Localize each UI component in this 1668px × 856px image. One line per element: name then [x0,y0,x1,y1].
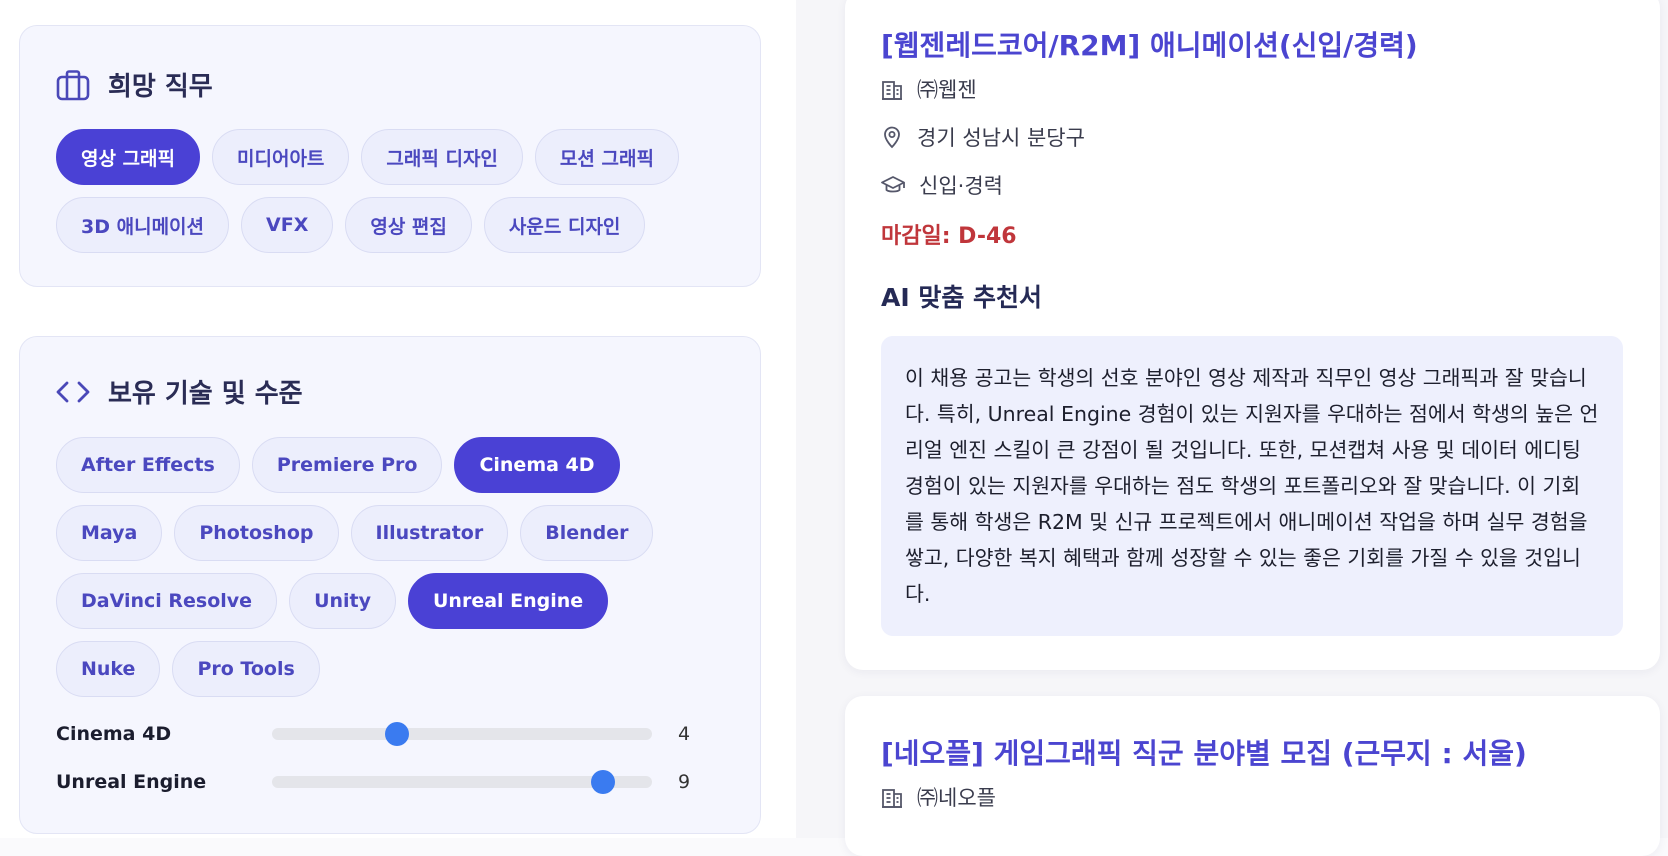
skills-header: 보유 기술 및 수준 [56,373,303,410]
skill-level-value: 4 [678,723,691,745]
skill-level-label: Cinema 4D [56,723,172,745]
code-icon [56,378,90,406]
job-card: [네오플] 게임그래픽 직군 분야별 모집 (근무지 : 서울) ㈜네오플 [845,696,1660,856]
location-row: 경기 성남시 분당구 [881,122,1085,152]
skill-chip[interactable]: Illustrator [350,505,509,561]
job-chip[interactable]: 3D 애니메이션 [56,197,230,253]
skill-chip[interactable]: Nuke [56,641,161,697]
briefcase-icon [56,69,90,101]
recommendation-text: 이 채용 공고는 학생의 선호 분야인 영상 제작과 직무인 영상 그래픽과 잘… [905,366,1599,606]
company-row: ㈜웹젠 [881,74,977,104]
skill-level-slider[interactable] [272,770,652,794]
deadline-text: 마감일: D-46 [881,224,1017,249]
skill-chip[interactable]: DaVinci Resolve [56,573,278,629]
company-name: ㈜웹젠 [917,78,977,102]
building-icon [881,77,903,101]
career-text: 신입·경력 [919,174,1003,198]
job-preference-panel: 희망 직무 영상 그래픽 미디어아트 그래픽 디자인 모션 그래픽 3D 애니메이션 VF… [19,25,761,287]
job-chip[interactable]: 그래픽 디자인 [361,129,523,185]
job-chip[interactable]: 영상 그래픽 [56,129,201,185]
recommendation-box: 이 채용 공고는 학생의 선호 분야인 영상 제작과 직무인 영상 그래픽과 잘… [881,336,1623,636]
skill-chip[interactable]: Unreal Engine [408,573,609,629]
job-chip[interactable]: 사운드 디자인 [483,197,646,253]
job-chip[interactable]: 영상 편집 [345,197,472,253]
skill-chip-list: After Effects Premiere Pro Cinema 4D Maya Ph… [56,437,716,697]
company-name: ㈜네오플 [917,786,996,810]
skill-chip[interactable]: Premiere Pro [251,437,443,493]
skill-level-value: 9 [678,771,691,793]
job-chip[interactable]: 미디어아트 [212,129,350,185]
skill-chip[interactable]: Pro Tools [172,641,320,697]
skill-chip[interactable]: Blender [520,505,654,561]
skill-level-label: Unreal Engine [56,771,207,793]
skill-chip[interactable]: Maya [56,505,163,561]
skill-chip[interactable]: After Effects [56,437,240,493]
job-chip[interactable]: VFX [241,197,334,253]
left-column: 희망 직무 영상 그래픽 미디어아트 그래픽 디자인 모션 그래픽 3D 애니메이션 VF… [0,0,796,838]
skill-chip[interactable]: Photoshop [174,505,339,561]
skill-level-slider[interactable] [272,722,652,746]
graduation-cap-icon [881,174,905,196]
slider-thumb[interactable] [590,770,615,794]
skills-panel: 보유 기술 및 수준 After Effects Premiere Pro Cine… [19,336,761,834]
skill-chip[interactable]: Unity [289,573,396,629]
slider-thumb[interactable] [385,722,410,746]
company-row: ㈜네오플 [881,782,996,812]
skill-chip[interactable]: Cinema 4D [454,437,620,493]
location-text: 경기 성남시 분당구 [917,126,1085,150]
building-icon [881,785,903,809]
skill-level-row: Unreal Engine 9 [56,767,696,797]
job-card: [웹젠레드코어/R2M] 애니메이션(신입/경력) ㈜웹젠 경기 성남시 분당구 [845,0,1660,670]
skill-level-row: Cinema 4D 4 [56,719,696,749]
job-chip[interactable]: 모션 그래픽 [534,129,679,185]
recommendation-heading: AI 맞춤 추천서 [881,283,1043,312]
job-chip-list: 영상 그래픽 미디어아트 그래픽 디자인 모션 그래픽 3D 애니메이션 VFX 영상 편집… [56,129,716,253]
job-title-link[interactable]: [웹젠레드코어/R2M] 애니메이션(신입/경력) [881,24,1418,64]
skills-title: 보유 기술 및 수준 [108,379,303,409]
job-preference-header: 희망 직무 [56,66,213,103]
job-preference-title: 희망 직무 [108,72,213,102]
job-title-link[interactable]: [네오플] 게임그래픽 직군 분야별 모집 (근무지 : 서울) [881,732,1527,772]
career-row: 신입·경력 [881,170,1003,200]
map-pin-icon [881,125,903,149]
